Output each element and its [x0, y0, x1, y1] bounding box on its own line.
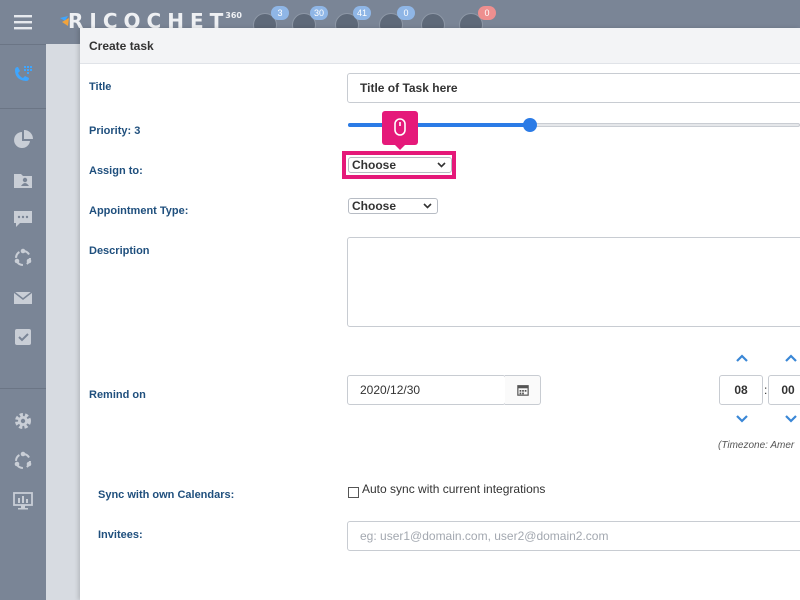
- minute-increment-icon[interactable]: [785, 354, 797, 362]
- description-textarea[interactable]: [347, 237, 800, 327]
- pie-chart-icon[interactable]: [12, 129, 34, 151]
- auto-sync-checkbox[interactable]: [348, 487, 359, 498]
- mouse-icon: [394, 118, 406, 136]
- learning-badge: 0: [478, 6, 496, 20]
- hour-decrement-icon[interactable]: [736, 415, 748, 423]
- description-label: Description: [89, 245, 150, 257]
- title-label: Title: [89, 81, 112, 93]
- panel-header: Create task: [80, 28, 800, 64]
- mouse-click-tooltip: [382, 111, 418, 150]
- chat-badge: 41: [353, 6, 371, 20]
- remind-on-label: Remind on: [89, 389, 146, 401]
- time-separator: :: [764, 383, 768, 397]
- remind-minute-input[interactable]: 00: [768, 375, 800, 405]
- remind-date-input[interactable]: [347, 375, 506, 405]
- calendar-icon: [517, 385, 529, 396]
- contacts-folder-icon[interactable]: [12, 169, 34, 191]
- integrations-icon[interactable]: [12, 450, 34, 472]
- task-check-icon[interactable]: [12, 326, 34, 348]
- mail-badge: 0: [397, 6, 415, 20]
- priority-label: Priority: 3: [89, 125, 141, 137]
- call-badge: 3: [271, 6, 289, 20]
- phone-dialpad-icon[interactable]: [12, 64, 34, 86]
- sync-calendars-label: Sync with own Calendars:: [98, 489, 235, 501]
- remind-hour-input[interactable]: 08: [719, 375, 763, 405]
- title-input[interactable]: [347, 73, 800, 103]
- appointment-type-label: Appointment Type:: [89, 205, 189, 217]
- sidebar-divider: [0, 44, 46, 45]
- network-icon[interactable]: [12, 247, 34, 269]
- priority-slider-thumb[interactable]: [523, 118, 537, 132]
- panel-title: Create task: [89, 39, 154, 53]
- priority-slider-fill: [348, 123, 530, 127]
- gear-icon[interactable]: [12, 410, 34, 432]
- invitees-input[interactable]: [347, 521, 800, 551]
- docs-badge: 30: [310, 6, 328, 20]
- minute-decrement-icon[interactable]: [785, 415, 797, 423]
- timezone-text: (Timezone: Amer: [718, 440, 795, 451]
- auto-sync-text: Auto sync with current integrations: [362, 482, 546, 496]
- menu-icon[interactable]: [12, 11, 34, 33]
- appointment-type-select[interactable]: Choose: [348, 198, 438, 214]
- tooltip-arrow: [395, 145, 405, 150]
- hour-increment-icon[interactable]: [736, 354, 748, 362]
- monitor-stats-icon[interactable]: [12, 490, 34, 512]
- calendar-button[interactable]: [505, 375, 541, 405]
- mail-icon[interactable]: [12, 287, 34, 309]
- sidebar-divider: [0, 388, 46, 389]
- highlight-frame: [342, 151, 456, 179]
- chevron-down-icon: [423, 203, 432, 209]
- sidebar: [0, 0, 46, 600]
- invitees-label: Invitees:: [98, 529, 143, 541]
- sidebar-divider: [0, 108, 46, 109]
- chat-icon[interactable]: [12, 208, 34, 230]
- create-task-panel: Create task Title Priority: 3 Assign to:…: [80, 28, 800, 600]
- logo-superscript: 360: [225, 11, 242, 20]
- assign-to-label: Assign to:: [89, 165, 143, 177]
- appointment-type-value: Choose: [352, 199, 397, 213]
